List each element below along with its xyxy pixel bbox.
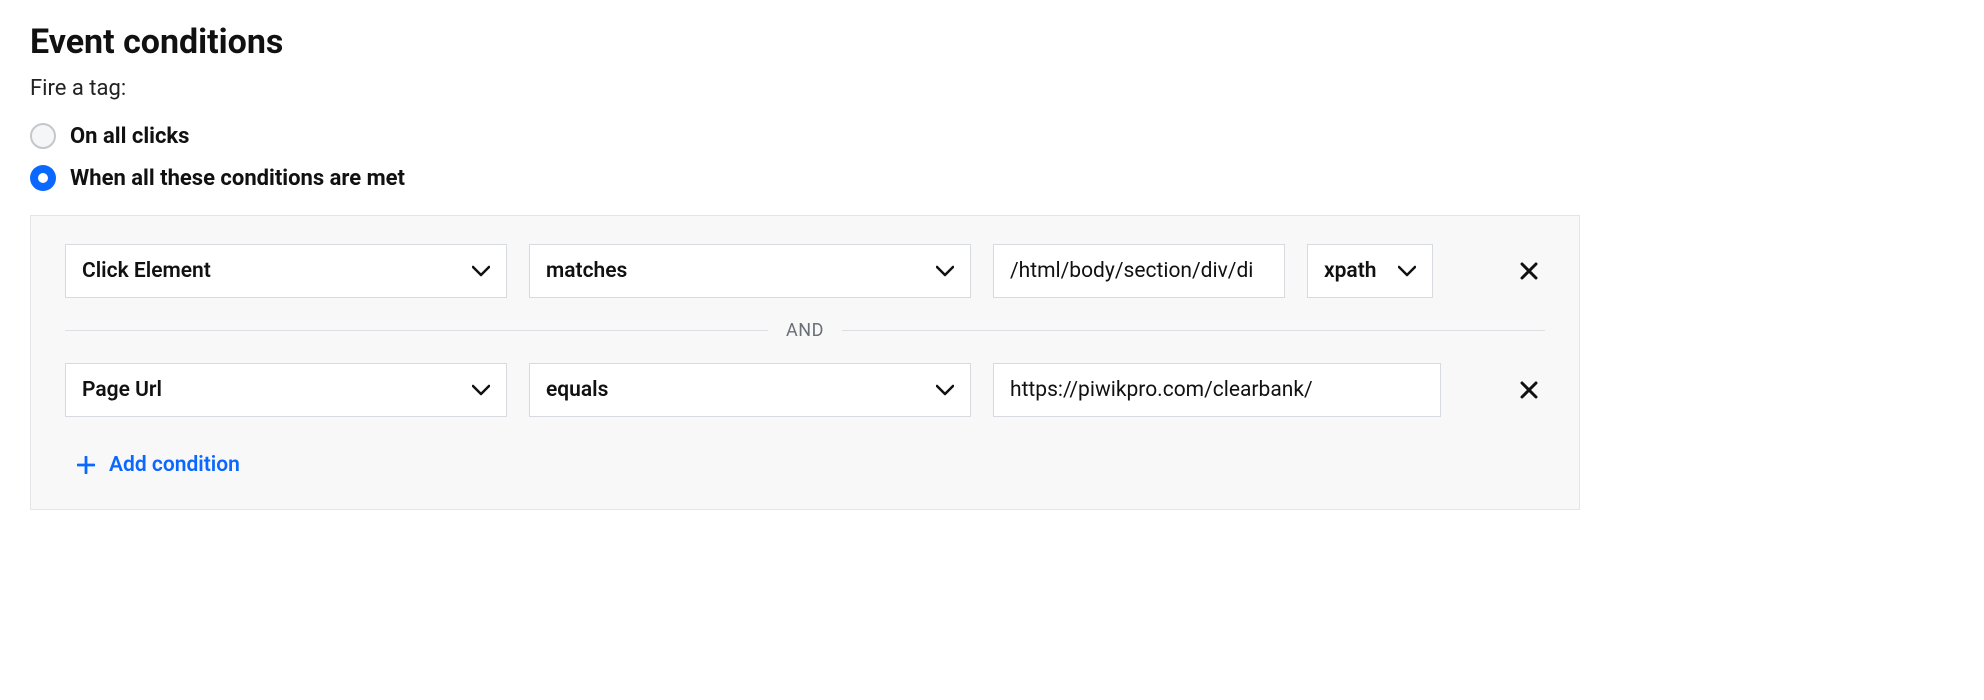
add-condition-button[interactable]: Add condition xyxy=(65,447,1545,483)
condition-row: Click Element matches xpath xyxy=(65,244,1545,298)
operator-select[interactable]: matches xyxy=(529,244,971,298)
operator-select[interactable]: equals xyxy=(529,363,971,417)
variable-select[interactable]: Page Url xyxy=(65,363,507,417)
select-value: equals xyxy=(546,378,926,402)
mode-select[interactable]: xpath xyxy=(1307,244,1433,298)
radio-label: When all these conditions are met xyxy=(70,166,405,191)
remove-condition-button[interactable] xyxy=(1513,374,1545,406)
separator-label: AND xyxy=(786,320,824,341)
section-title: Event conditions xyxy=(30,22,1954,62)
separator-line xyxy=(842,330,1545,331)
variable-select[interactable]: Click Element xyxy=(65,244,507,298)
value-input[interactable] xyxy=(993,244,1285,298)
select-value: matches xyxy=(546,259,926,283)
select-value: Page Url xyxy=(82,378,462,402)
separator-line xyxy=(65,330,768,331)
chevron-down-icon xyxy=(472,384,490,396)
value-input-field[interactable] xyxy=(1010,364,1424,416)
radio-when-conditions-met[interactable]: When all these conditions are met xyxy=(30,165,1954,191)
radio-icon xyxy=(30,165,56,191)
fire-mode-radio-group: On all clicks When all these conditions … xyxy=(30,123,1954,191)
value-input[interactable] xyxy=(993,363,1441,417)
radio-icon xyxy=(30,123,56,149)
add-condition-label: Add condition xyxy=(109,453,240,477)
value-input-field[interactable] xyxy=(1010,245,1268,297)
select-value: Click Element xyxy=(82,259,462,283)
radio-on-all-clicks[interactable]: On all clicks xyxy=(30,123,1954,149)
chevron-down-icon xyxy=(472,265,490,277)
remove-condition-button[interactable] xyxy=(1513,255,1545,287)
and-separator: AND xyxy=(65,320,1545,341)
plus-icon xyxy=(77,456,95,474)
select-value: xpath xyxy=(1324,259,1388,283)
radio-label: On all clicks xyxy=(70,124,189,149)
fire-tag-label: Fire a tag: xyxy=(30,76,1954,101)
conditions-panel: Click Element matches xpath xyxy=(30,215,1580,510)
close-icon xyxy=(1520,381,1538,399)
chevron-down-icon xyxy=(936,384,954,396)
chevron-down-icon xyxy=(936,265,954,277)
condition-row: Page Url equals xyxy=(65,363,1545,417)
chevron-down-icon xyxy=(1398,265,1416,277)
close-icon xyxy=(1520,262,1538,280)
